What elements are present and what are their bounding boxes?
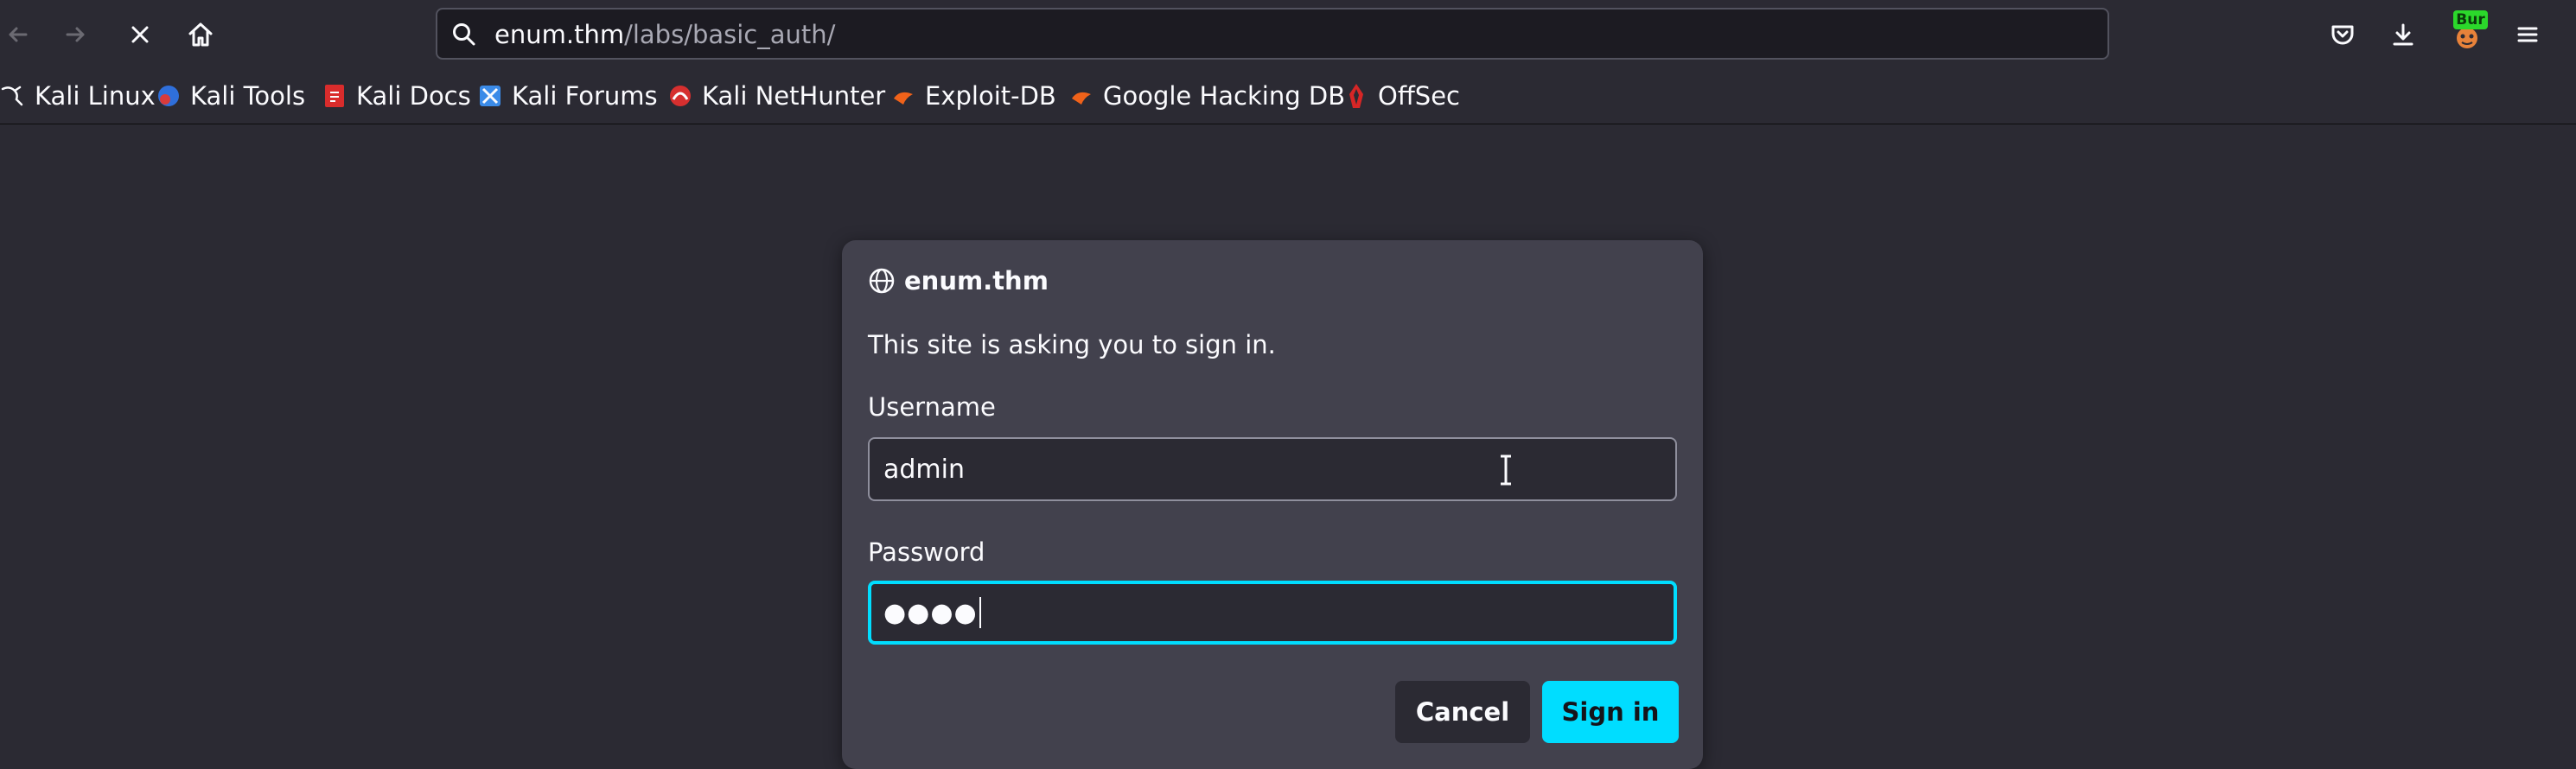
url-path: /labs/basic_auth/ (624, 20, 836, 49)
username-input[interactable]: admin (868, 437, 1677, 501)
text-caret (979, 597, 981, 628)
bookmark-google-hacking-db[interactable]: Google Hacking DB (1068, 76, 1345, 116)
dialog-host: enum.thm (868, 266, 1049, 296)
bookmark-kali-nethunter[interactable]: Kali NetHunter (667, 76, 885, 116)
back-button[interactable] (0, 10, 41, 59)
close-icon (131, 26, 149, 43)
auth-dialog: enum.thm This site is asking you to sign… (842, 240, 1703, 769)
password-value: ●●●● (883, 597, 978, 628)
browser-toolbar: enum.thm/labs/basic_auth/ Bur (0, 0, 2576, 69)
username-value: admin (883, 454, 965, 485)
kali-forums-icon (477, 83, 503, 109)
url-text[interactable]: enum.thm/labs/basic_auth/ (494, 21, 835, 48)
bookmark-label: Kali NetHunter (702, 81, 886, 111)
bookmark-label: Kali Linux (35, 81, 156, 111)
bookmark-exploit-db[interactable]: Exploit-DB (890, 76, 1056, 116)
download-icon (2393, 23, 2413, 46)
stop-button[interactable] (116, 10, 164, 59)
home-button[interactable] (176, 10, 225, 59)
kali-dragon-icon (0, 83, 26, 109)
burp-badge: Bur (2453, 10, 2488, 29)
text-cursor-icon (1501, 454, 1511, 486)
password-input[interactable]: ●●●● (868, 581, 1677, 645)
bookmark-kali-docs[interactable]: Kali Docs (322, 76, 471, 116)
bookmark-label: Kali Tools (190, 81, 306, 111)
password-label: Password (868, 537, 985, 567)
exploit-db-icon (890, 83, 916, 109)
search-icon (453, 23, 475, 46)
globe-icon (869, 268, 895, 294)
forward-button[interactable] (52, 10, 100, 59)
kali-docs-icon (322, 83, 348, 109)
bookmark-kali-forums[interactable]: Kali Forums (477, 76, 658, 116)
downloads-button[interactable] (2379, 10, 2427, 59)
hamburger-menu-icon (2517, 27, 2538, 42)
bookmark-label: Exploit-DB (925, 81, 1056, 111)
offsec-icon (1343, 83, 1369, 109)
menu-button[interactable] (2503, 10, 2552, 59)
arrow-right-icon (66, 27, 85, 42)
sign-in-button[interactable]: Sign in (1542, 681, 1679, 743)
dialog-host-label: enum.thm (904, 266, 1049, 296)
bookmark-kali-tools[interactable]: Kali Tools (156, 76, 305, 116)
ghdb-icon (1068, 83, 1094, 109)
nethunter-icon (667, 83, 693, 109)
bookmark-kali-linux[interactable]: Kali Linux (0, 76, 156, 116)
pocket-icon (2331, 25, 2354, 45)
bookmarks-toolbar: Kali Linux Kali Tools Kali Docs Kali For… (0, 69, 2576, 124)
arrow-left-icon (9, 27, 28, 42)
username-label: Username (868, 392, 996, 422)
kali-tools-icon (156, 83, 182, 109)
bookmark-label: Google Hacking DB (1103, 81, 1346, 111)
url-host: enum.thm (494, 20, 625, 49)
bookmark-offsec[interactable]: OffSec (1343, 76, 1460, 116)
pocket-button[interactable] (2318, 10, 2367, 59)
bookmark-label: Kali Docs (356, 81, 471, 111)
address-bar[interactable]: enum.thm/labs/basic_auth/ (436, 8, 2109, 60)
bookmark-label: Kali Forums (512, 81, 658, 111)
cancel-button[interactable]: Cancel (1395, 681, 1530, 743)
bookmark-label: OffSec (1378, 81, 1461, 111)
home-icon (188, 22, 213, 47)
page-content: enum.thm This site is asking you to sign… (0, 124, 2576, 769)
dialog-message: This site is asking you to sign in. (868, 330, 1276, 359)
